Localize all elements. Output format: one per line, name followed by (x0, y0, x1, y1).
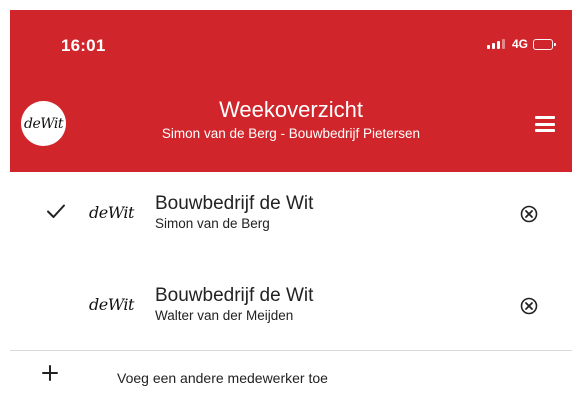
company-logo-small: deWit (89, 295, 134, 314)
signal-icon (486, 39, 505, 49)
app-header: 16:01 4G deWit Weekoverzicht Simon van d… (10, 10, 572, 172)
employee-row[interactable]: deWit Bouwbedrijf de Wit Walter van der … (10, 264, 572, 356)
employee-texts: Bouwbedrijf de Wit Walter van der Meijde… (155, 285, 313, 325)
plus-icon (42, 365, 58, 381)
employee-company: Bouwbedrijf de Wit (155, 285, 314, 306)
status-bar: 16:01 4G (10, 10, 572, 74)
employee-name: Simon van de Berg (155, 216, 270, 231)
employee-texts: Bouwbedrijf de Wit Simon van de Berg (155, 193, 313, 233)
add-employee-label: Voeg een andere medewerker toe (117, 370, 328, 386)
employee-list: deWit Bouwbedrijf de Wit Simon van de Be… (10, 172, 572, 356)
page-title: Weekoverzicht (219, 97, 363, 122)
page-subtitle: Simon van de Berg - Bouwbedrijf Pieterse… (161, 126, 421, 141)
status-indicators: 4G (486, 37, 556, 51)
remove-circle-icon[interactable] (520, 205, 538, 223)
app-bar: deWit Weekoverzicht Simon van de Berg - … (10, 95, 572, 155)
network-label: 4G (511, 37, 528, 51)
app-bar-titles: Weekoverzicht Simon van de Berg - Bouwbe… (10, 97, 572, 144)
company-logo-small: deWit (89, 203, 134, 222)
battery-icon (533, 38, 556, 50)
screen: 16:01 4G deWit Weekoverzicht Simon van d… (0, 0, 572, 400)
remove-circle-icon[interactable] (520, 297, 538, 315)
employee-name: Walter van der Meijden (155, 308, 294, 323)
add-employee-button[interactable]: Voeg een andere medewerker toe (10, 351, 572, 400)
check-icon (47, 204, 65, 218)
employee-row[interactable]: deWit Bouwbedrijf de Wit Simon van de Be… (10, 172, 572, 264)
employee-company: Bouwbedrijf de Wit (155, 193, 314, 214)
hamburger-menu-icon[interactable] (535, 116, 555, 132)
status-time: 16:01 (61, 36, 106, 55)
